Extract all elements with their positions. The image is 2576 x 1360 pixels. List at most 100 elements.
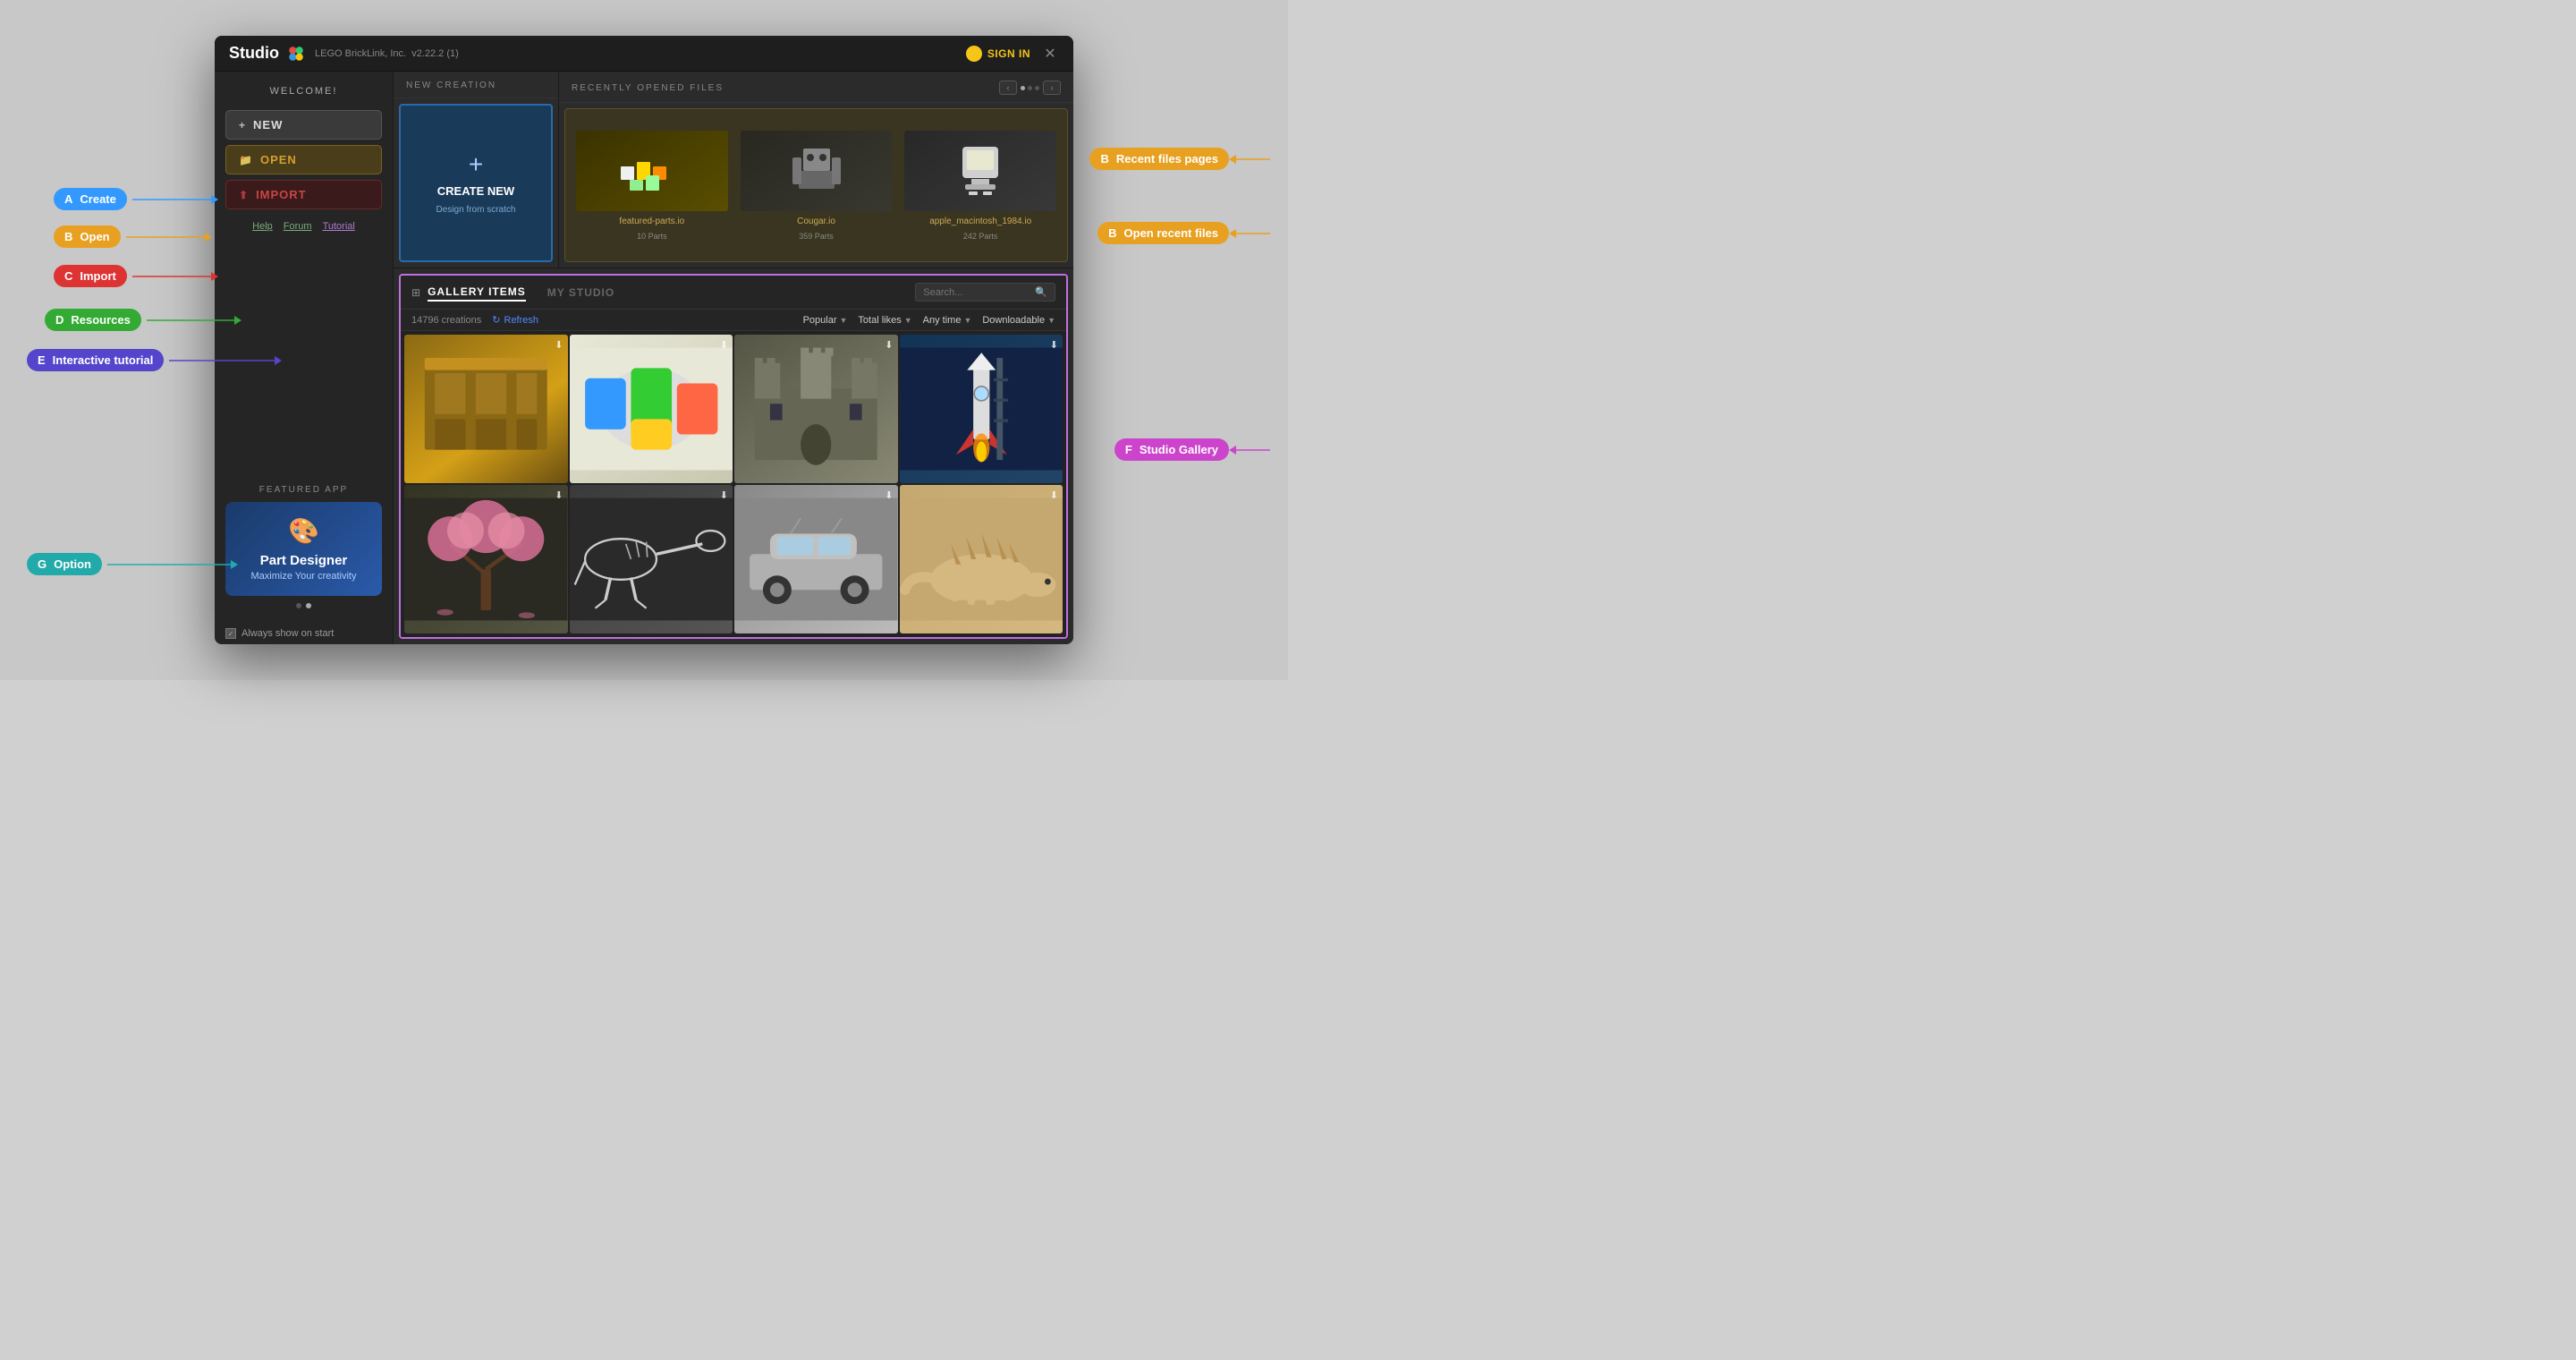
featured-app-card[interactable]: 🎨 Part Designer Maximize Your creativity (225, 502, 382, 596)
sidebar-links: Help Forum Tutorial (215, 212, 393, 237)
title-bar: Studio LEGO BrickLink, Inc. v2.22.2 (1) … (215, 36, 1073, 72)
top-section: NEW CREATION + CREATE NEW Design from sc… (394, 72, 1073, 268)
download-icon-7: ⬇ (885, 489, 893, 501)
refresh-button[interactable]: ↻ Refresh (492, 314, 538, 326)
plus-icon: + (239, 119, 246, 132)
popular-filter[interactable]: Popular ▼ (803, 315, 848, 326)
import-button[interactable]: ⬆ IMPORT (225, 180, 382, 209)
annotation-b-line (126, 236, 207, 238)
gallery-item-1[interactable]: ⬇ (404, 335, 568, 483)
gallery-item-4[interactable]: ⬇ (900, 335, 1063, 483)
annotation-e-line (169, 360, 276, 361)
create-new-card[interactable]: + CREATE NEW Design from scratch (399, 104, 553, 262)
gallery-item-8-img (900, 485, 1063, 633)
gallery-item-4-img (900, 335, 1063, 483)
featured-dots (225, 603, 382, 608)
gallery-grid: ⬇ (401, 331, 1066, 637)
gallery-item-2[interactable]: ⬇ (570, 335, 733, 483)
annotation-b3-label: Open recent files (1124, 226, 1218, 240)
annotation-g-letter: G (38, 557, 47, 571)
annotation-a: A Create (54, 188, 213, 210)
annotation-d-line (147, 319, 236, 321)
my-studio-tab[interactable]: MY STUDIO (547, 285, 614, 301)
open-button[interactable]: 📁 OPEN (225, 145, 382, 174)
nav-dot-2 (1028, 86, 1032, 90)
annotation-b2-label: Recent files pages (1116, 152, 1218, 166)
option-row: ✓ Always show on start (215, 623, 393, 644)
gallery-search[interactable]: 🔍 (915, 283, 1055, 302)
page-wrapper: Studio LEGO BrickLink, Inc. v2.22.2 (1) … (0, 0, 1288, 680)
forum-link[interactable]: Forum (284, 221, 312, 232)
lego-logo-icon (286, 44, 306, 64)
recent-file-1-parts: 10 Parts (637, 232, 667, 241)
help-link[interactable]: Help (252, 221, 273, 232)
recent-thumb-3 (904, 131, 1056, 211)
create-new-title: CREATE NEW (437, 184, 514, 198)
download-icon-8: ⬇ (1050, 489, 1058, 501)
annotation-d: D Resources (45, 309, 236, 331)
annotation-b-label: Open (80, 230, 109, 243)
annotation-c-label: Import (80, 269, 115, 283)
recent-prev-button[interactable]: ‹ (999, 81, 1017, 95)
search-icon: 🔍 (1035, 286, 1047, 298)
annotation-b3-letter: B (1108, 226, 1116, 240)
recent-file-2[interactable]: Cougar.io 359 Parts (735, 115, 898, 256)
tutorial-link[interactable]: Tutorial (323, 221, 355, 232)
annotation-f-letter: F (1125, 443, 1132, 456)
annotation-a-label: Create (80, 192, 115, 206)
app-version: LEGO BrickLink, Inc. v2.22.2 (1) (315, 48, 459, 59)
time-filter[interactable]: Any time ▼ (923, 315, 972, 326)
recent-file-3-parts: 242 Parts (963, 232, 998, 241)
gallery-items-tab[interactable]: GALLERY ITEMS (428, 284, 526, 302)
recent-file-3-name: apple_macintosh_1984.io (929, 217, 1031, 226)
featured-app-section: FEATURED APP 🎨 Part Designer Maximize Yo… (215, 478, 393, 623)
gallery-item-7[interactable]: ⬇ (734, 485, 898, 633)
gallery-icon: ⊞ (411, 286, 420, 299)
annotation-b2-line (1234, 158, 1270, 160)
annotation-g: G Option (27, 553, 233, 575)
app-window: Studio LEGO BrickLink, Inc. v2.22.2 (1) … (215, 36, 1073, 644)
recent-thumb-1 (576, 131, 728, 211)
gallery-item-2-img (570, 335, 733, 483)
annotation-a-line (132, 199, 213, 200)
recent-header-title: RECENTLY OPENED FILES (572, 83, 999, 93)
featured-label: FEATURED APP (225, 478, 382, 502)
always-show-checkbox[interactable]: ✓ (225, 628, 236, 639)
featured-app-subtitle: Maximize Your creativity (236, 571, 371, 582)
gallery-item-8[interactable]: ⬇ (900, 485, 1063, 633)
annotation-e-letter: E (38, 353, 46, 367)
gallery-item-3[interactable]: ⬇ (734, 335, 898, 483)
close-button[interactable]: ✕ (1041, 45, 1059, 63)
gallery-item-6-img (570, 485, 733, 633)
gallery-item-5[interactable]: ⬇ (404, 485, 568, 633)
featured-app-title: Part Designer (236, 553, 371, 568)
app-logo: Studio (229, 44, 306, 64)
nav-dot-1 (1021, 86, 1025, 90)
recent-nav: ‹ › (999, 81, 1061, 95)
recent-file-2-parts: 359 Parts (799, 232, 834, 241)
recent-file-1[interactable]: featured-parts.io 10 Parts (571, 115, 733, 256)
annotation-b2: B Recent files pages (1089, 148, 1270, 170)
nav-dot-3 (1035, 86, 1039, 90)
recent-file-1-name: featured-parts.io (619, 217, 684, 226)
dot-1 (296, 603, 301, 608)
sign-in-button[interactable]: SIGN IN (966, 46, 1030, 62)
gallery-filters: 14796 creations ↻ Refresh Popular ▼ Tota… (401, 310, 1066, 331)
recent-thumb-2 (741, 131, 893, 211)
sign-in-icon (966, 46, 982, 62)
create-new-plus-icon: + (469, 152, 483, 177)
recent-header-row: RECENTLY OPENED FILES ‹ › (559, 72, 1073, 103)
annotation-g-line (107, 564, 233, 565)
gallery-header: ⊞ GALLERY ITEMS MY STUDIO 🔍 (401, 276, 1066, 310)
annotation-c: C Import (54, 265, 213, 287)
annotation-e-label: Interactive tutorial (53, 353, 154, 367)
downloadable-filter[interactable]: Downloadable ▼ (982, 315, 1055, 326)
gallery-item-6[interactable]: ⬇ (570, 485, 733, 633)
time-arrow-icon: ▼ (963, 316, 971, 325)
recent-next-button[interactable]: › (1043, 81, 1061, 95)
folder-icon: 📁 (239, 154, 253, 166)
new-button[interactable]: + NEW (225, 110, 382, 140)
likes-filter[interactable]: Total likes ▼ (858, 315, 911, 326)
search-input[interactable] (923, 287, 1030, 298)
recent-file-3[interactable]: apple_macintosh_1984.io 242 Parts (899, 115, 1062, 256)
